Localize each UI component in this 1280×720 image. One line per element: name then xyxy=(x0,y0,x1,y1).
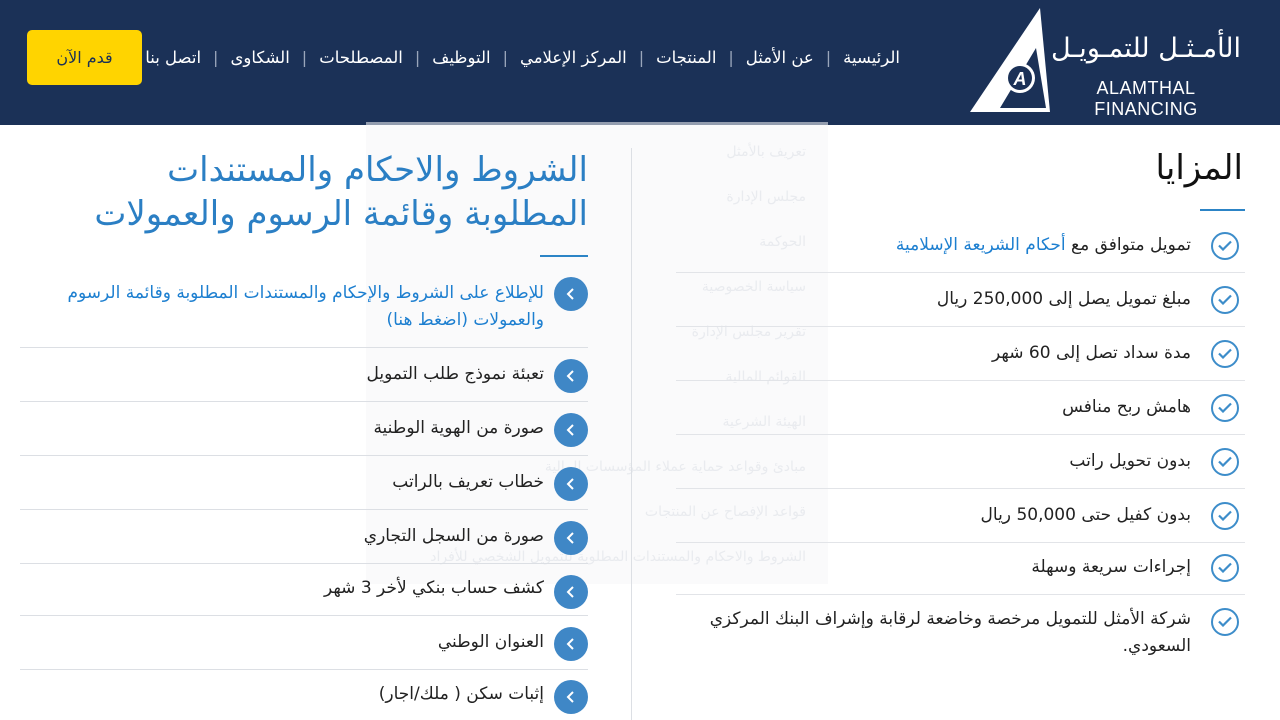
chevron-right-icon xyxy=(554,680,588,714)
ghost-item: تعريف بالأمثل xyxy=(726,144,806,160)
terms-title-underline xyxy=(540,255,588,257)
apply-now-button[interactable]: قدم الآن xyxy=(27,30,142,85)
check-circle-icon xyxy=(1211,340,1239,368)
check-circle-icon xyxy=(1211,232,1239,260)
nav-glossary[interactable]: المصطلحات xyxy=(319,48,403,67)
logo-english-text: ALAMTHAL FINANCING xyxy=(1094,78,1198,119)
terms-item: صورة من السجل التجاري xyxy=(20,509,588,564)
chevron-right-icon xyxy=(554,359,588,393)
ghost-item: مجلس الإدارة xyxy=(726,189,806,205)
terms-item: خطاب تعريف بالراتب xyxy=(20,455,588,510)
advantage-item: بدون تحويل راتب xyxy=(676,434,1245,489)
terms-item: صورة من الهوية الوطنية xyxy=(20,401,588,456)
nav-home[interactable]: الرئيسية xyxy=(843,48,900,67)
chevron-right-icon xyxy=(554,627,588,661)
advantage-text: بدون تحويل راتب xyxy=(1069,451,1191,471)
check-circle-icon xyxy=(1211,502,1239,530)
advantage-text: مدة سداد تصل إلى 60 شهر xyxy=(992,343,1191,363)
advantage-text: مبلغ تمويل يصل إلى 250,000 ريال xyxy=(936,289,1191,309)
nav-contact[interactable]: اتصل بنا xyxy=(145,48,201,67)
logo-mark-icon: A xyxy=(970,8,1050,112)
nav-separator: | xyxy=(414,47,421,67)
advantage-item: شركة الأمثل للتمويل مرخصة وخاضعة لرقابة … xyxy=(676,594,1245,674)
terms-item-text: صورة من الهوية الوطنية xyxy=(373,418,544,438)
advantage-item: بدون كفيل حتى 50,000 ريال xyxy=(676,488,1245,543)
advantages-title-underline xyxy=(1200,209,1245,211)
advantage-text: بدون كفيل حتى 50,000 ريال xyxy=(980,505,1191,525)
site-header: A الأمـثـل للتمـويـل ALAMTHAL FINANCING … xyxy=(0,0,1280,125)
nav-careers[interactable]: التوظيف xyxy=(432,48,490,67)
logo[interactable]: A الأمـثـل للتمـويـل ALAMTHAL FINANCING xyxy=(970,8,1246,119)
nav-products[interactable]: المنتجات xyxy=(656,48,716,67)
terms-item-text: تعبئة نموذج طلب التمويل xyxy=(366,364,544,384)
nav-separator: | xyxy=(502,47,508,67)
chevron-right-icon xyxy=(554,575,588,609)
check-circle-icon xyxy=(1211,448,1239,476)
advantage-item: تمويل متوافق مع أحكام الشريعة الإسلامية xyxy=(676,220,1245,273)
advantage-item: مدة سداد تصل إلى 60 شهر xyxy=(676,326,1245,381)
nav-separator: | xyxy=(213,47,219,67)
chevron-right-icon xyxy=(554,277,588,311)
advantage-item: مبلغ تمويل يصل إلى 250,000 ريال xyxy=(676,272,1245,327)
terms-item-text: كشف حساب بنكي لأخر 3 شهر xyxy=(323,578,544,598)
terms-item: تعبئة نموذج طلب التمويل xyxy=(20,347,588,402)
terms-item-text: إثبات سكن ( ملك/اجار) xyxy=(378,684,544,704)
column-divider xyxy=(631,148,632,720)
nav-separator: | xyxy=(301,47,308,67)
advantage-text: هامش ربح منافس xyxy=(1062,397,1191,417)
chevron-right-icon xyxy=(554,467,588,501)
logo-mark-letter: A xyxy=(1013,69,1027,89)
check-circle-icon xyxy=(1211,608,1239,636)
advantages-title: المزايا xyxy=(1155,148,1244,188)
advantage-text: تمويل متوافق مع أحكام الشريعة الإسلامية xyxy=(895,235,1191,255)
advantage-item: إجراءات سريعة وسهلة xyxy=(676,542,1245,595)
advantage-text: شركة الأمثل للتمويل مرخصة وخاضعة لرقابة … xyxy=(709,609,1191,656)
advantage-item: هامش ربح منافس xyxy=(676,380,1245,435)
nav-complaints[interactable]: الشكاوى xyxy=(230,48,289,67)
advantage-text: إجراءات سريعة وسهلة xyxy=(1031,557,1191,577)
main-nav: الرئيسية | عن الأمثل | المنتجات | المركز… xyxy=(145,40,900,74)
terms-title: الشروط والاحكام والمستندات المطلوبة وقائ… xyxy=(94,150,588,234)
sharia-rulings-link[interactable]: أحكام الشريعة الإسلامية xyxy=(896,235,1066,255)
nav-separator: | xyxy=(728,47,734,67)
terms-link-item[interactable]: للإطلاع على الشروط والإحكام والمستندات ا… xyxy=(20,272,588,348)
terms-item: العنوان الوطني xyxy=(20,615,588,670)
chevron-right-icon xyxy=(554,413,588,447)
terms-item-text: العنوان الوطني xyxy=(437,632,544,652)
check-circle-icon xyxy=(1211,286,1239,314)
terms-item-text: صورة من السجل التجاري xyxy=(363,526,544,546)
logo-arabic-text: الأمـثـل للتمـويـل xyxy=(1050,33,1242,64)
check-circle-icon xyxy=(1211,554,1239,582)
terms-item: إثبات سكن ( ملك/اجار) xyxy=(20,669,588,720)
terms-download-link[interactable]: للإطلاع على الشروط والإحكام والمستندات ا… xyxy=(24,280,545,334)
terms-item: كشف حساب بنكي لأخر 3 شهر xyxy=(20,563,588,616)
chevron-right-icon xyxy=(554,521,588,555)
check-circle-icon xyxy=(1211,394,1239,422)
terms-item-text: خطاب تعريف بالراتب xyxy=(392,472,544,492)
nav-separator: | xyxy=(825,47,832,67)
nav-separator: | xyxy=(638,47,645,67)
nav-media-center[interactable]: المركز الإعلامي xyxy=(520,48,627,67)
nav-about[interactable]: عن الأمثل xyxy=(746,48,814,67)
